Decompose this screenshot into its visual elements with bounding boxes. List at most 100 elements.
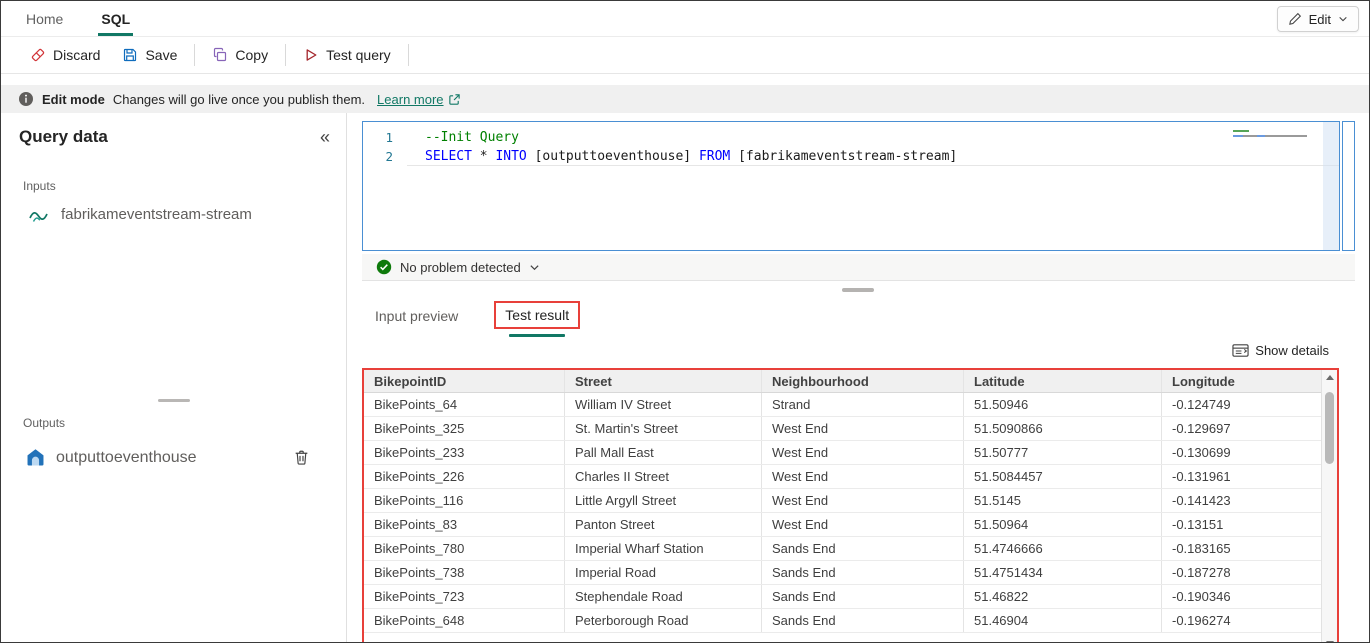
table-row[interactable]: BikePoints_226Charles II StreetWest End5… [364, 465, 1321, 489]
table-cell: 51.5090866 [964, 417, 1162, 440]
input-item-eventstream[interactable]: fabrikameventstream-stream [29, 206, 252, 223]
table-cell: 51.46904 [964, 609, 1162, 632]
table-area: BikepointIDStreetNeighbourhoodLatitudeLo… [364, 370, 1337, 643]
table-cell: BikePoints_116 [364, 489, 565, 512]
banner-title: Edit mode [42, 92, 105, 107]
table-cell: Sands End [762, 561, 964, 584]
tab-test-result[interactable]: Test result [494, 301, 580, 329]
line-number: 2 [363, 147, 407, 166]
vertical-scrollbar[interactable] [1321, 370, 1337, 643]
external-link-icon [448, 93, 461, 106]
trash-icon[interactable] [293, 449, 310, 466]
status-text: No problem detected [400, 260, 521, 275]
table-cell: 51.5084457 [964, 465, 1162, 488]
result-table: BikepointIDStreetNeighbourhoodLatitudeLo… [364, 370, 1321, 643]
play-icon [303, 47, 319, 63]
table-row[interactable]: BikePoints_325St. Martin's StreetWest En… [364, 417, 1321, 441]
sidebar-resize-handle[interactable] [158, 399, 190, 402]
table-cell: Peterborough Road [565, 609, 762, 632]
table-cell: Pall Mall East [565, 441, 762, 464]
column-header[interactable]: Longitude [1162, 370, 1321, 392]
output-item-label: outputtoeventhouse [56, 449, 197, 467]
table-cell: 51.50777 [964, 441, 1162, 464]
table-row[interactable]: BikePoints_780Imperial Wharf StationSand… [364, 537, 1321, 561]
table-cell: -0.130699 [1162, 441, 1321, 464]
editor-minimap[interactable] [1229, 128, 1313, 137]
tab-home[interactable]: Home [23, 1, 66, 36]
table-row[interactable]: BikePoints_648Peterborough RoadSands End… [364, 609, 1321, 633]
table-cell: Little Argyll Street [565, 489, 762, 512]
code-line[interactable]: 1--Init Query [363, 128, 1339, 147]
table-row[interactable]: BikePoints_83Panton StreetWest End51.509… [364, 513, 1321, 537]
table-cell: West End [762, 465, 964, 488]
test-query-button[interactable]: Test query [292, 42, 402, 68]
table-row[interactable]: BikePoints_64William IV StreetStrand51.5… [364, 393, 1321, 417]
table-cell: BikePoints_226 [364, 465, 565, 488]
table-cell: West End [762, 417, 964, 440]
table-cell: -0.141423 [1162, 489, 1321, 512]
edit-mode-banner: Edit mode Changes will go live once you … [1, 85, 1369, 113]
eventhouse-icon [25, 447, 46, 468]
vertical-scroll-thumb[interactable] [1325, 392, 1334, 464]
output-item-eventhouse[interactable]: outputtoeventhouse [25, 447, 310, 468]
learn-more-link[interactable]: Learn more [377, 92, 460, 107]
code-line[interactable]: 2SELECT * INTO [outputtoeventhouse] FROM… [363, 147, 1339, 166]
minimap-line [1233, 130, 1249, 132]
table-cell: BikePoints_780 [364, 537, 565, 560]
chevron-down-icon [1338, 14, 1348, 24]
save-icon [122, 47, 138, 63]
sql-code-editor[interactable]: 1--Init Query2SELECT * INTO [outputtoeve… [362, 121, 1340, 251]
table-cell: Imperial Wharf Station [565, 537, 762, 560]
table-row[interactable]: BikePoints_233Pall Mall EastWest End51.5… [364, 441, 1321, 465]
show-details-icon [1232, 343, 1249, 358]
table-cell: BikePoints_64 [364, 393, 565, 416]
edit-mode-dropdown-button[interactable]: Edit [1277, 6, 1359, 32]
column-header[interactable]: BikepointID [364, 370, 565, 392]
check-circle-icon [376, 259, 392, 275]
table-cell: West End [762, 489, 964, 512]
top-tab-bar: Home SQL Edit [1, 1, 1369, 37]
copy-label: Copy [235, 47, 268, 63]
save-label: Save [145, 47, 177, 63]
table-row[interactable]: BikePoints_723Stephendale RoadSands End5… [364, 585, 1321, 609]
table-row[interactable]: BikePoints_738Imperial RoadSands End51.4… [364, 561, 1321, 585]
table-cell: Sands End [762, 537, 964, 560]
copy-button[interactable]: Copy [201, 42, 279, 68]
tab-input-preview[interactable]: Input preview [363, 301, 470, 331]
table-cell: 51.46822 [964, 585, 1162, 608]
code-text: SELECT * INTO [outputtoeventhouse] FROM … [407, 147, 1339, 166]
content-area: Query data « Inputs fabrikameventstream-… [1, 113, 1369, 642]
panel-resize-handle[interactable] [842, 288, 874, 292]
chevron-double-left-icon[interactable]: « [320, 128, 330, 146]
minimap-slider[interactable] [1323, 122, 1339, 250]
table-row[interactable]: BikePoints_116Little Argyll StreetWest E… [364, 489, 1321, 513]
editor-scrollbar[interactable] [1342, 121, 1355, 251]
info-icon [18, 91, 34, 107]
table-cell: 51.50946 [964, 393, 1162, 416]
query-data-panel: Query data « Inputs fabrikameventstream-… [1, 113, 347, 642]
discard-button[interactable]: Discard [19, 42, 111, 68]
banner-message: Changes will go live once you publish th… [113, 92, 365, 107]
chevron-down-icon[interactable] [529, 262, 540, 273]
table-cell: 51.5145 [964, 489, 1162, 512]
show-details-label: Show details [1255, 343, 1329, 358]
column-header[interactable]: Neighbourhood [762, 370, 964, 392]
table-cell: 51.4751434 [964, 561, 1162, 584]
table-cell: -0.196274 [1162, 609, 1321, 632]
table-cell: William IV Street [565, 393, 762, 416]
query-data-header: Query data « [19, 127, 330, 147]
column-header[interactable]: Street [565, 370, 762, 392]
table-cell: West End [762, 513, 964, 536]
show-details-button[interactable]: Show details [1232, 343, 1329, 358]
column-header[interactable]: Latitude [964, 370, 1162, 392]
line-number: 1 [363, 128, 407, 147]
table-cell: -0.190346 [1162, 585, 1321, 608]
table-cell: St. Martin's Street [565, 417, 762, 440]
tab-sql[interactable]: SQL [98, 1, 133, 36]
toolbar-separator [194, 44, 195, 66]
test-query-label: Test query [326, 47, 391, 63]
table-cell: BikePoints_648 [364, 609, 565, 632]
table-cell: BikePoints_723 [364, 585, 565, 608]
scroll-up-arrow[interactable] [1322, 375, 1337, 380]
save-button[interactable]: Save [111, 42, 188, 68]
